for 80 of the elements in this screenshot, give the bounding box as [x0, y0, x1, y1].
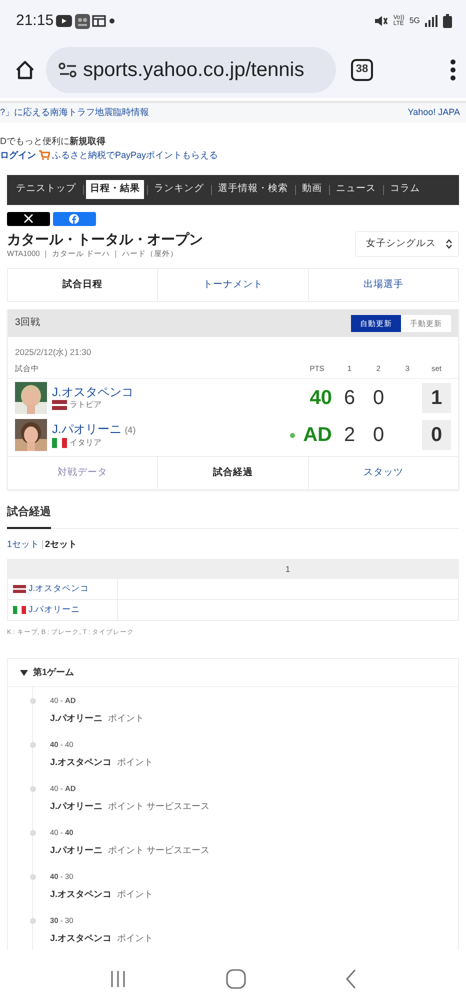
point-detail: ポイント — [117, 933, 154, 943]
menu-icon[interactable] — [450, 59, 456, 81]
mute-icon — [374, 15, 388, 27]
x-share-button[interactable] — [7, 212, 50, 226]
nav-tab[interactable]: ニュース — [332, 180, 380, 199]
nav-tab[interactable]: テニストップ — [12, 180, 80, 199]
country-label: イタリア — [70, 436, 102, 448]
tab-count[interactable]: 38 — [351, 59, 373, 81]
match-tab[interactable]: 試合経過 — [157, 457, 308, 490]
recent-apps-icon[interactable] — [109, 970, 128, 988]
url-text: sports.yahoo.co.jp/tennis — [83, 58, 304, 83]
facebook-share-button[interactable] — [52, 212, 96, 226]
login-link[interactable]: ログイン — [0, 148, 36, 162]
app-icon — [74, 14, 90, 28]
striped-flag-icon — [52, 400, 67, 410]
sort-icon — [446, 239, 452, 250]
point-player: J.オスタペンコ — [50, 757, 112, 767]
point-player: J.パオリーニ — [50, 845, 103, 855]
point-detail: ポイント — [108, 713, 144, 723]
country-label: ラトビア — [70, 398, 102, 410]
back-icon[interactable] — [344, 969, 357, 989]
home-nav-icon[interactable] — [226, 969, 246, 989]
tricolor-flag-icon — [13, 606, 26, 614]
game-score: 6 — [342, 386, 356, 410]
login-notice: Dでもっと便利に新規取得 — [0, 134, 106, 148]
set-score: 1 — [422, 382, 451, 412]
point-detail: ポイント サービスエース — [108, 845, 210, 855]
player-link[interactable]: J.パオリーニ — [52, 422, 122, 436]
brand-link[interactable]: Yahoo! JAPA — [408, 106, 460, 120]
point-player: J.オスタペンコ — [50, 889, 112, 899]
cart-icon — [38, 150, 50, 160]
nav-tab[interactable]: 動画 — [298, 180, 326, 199]
points-score: 40 — [308, 386, 333, 410]
battery-icon — [443, 14, 452, 28]
player-link[interactable]: J.パオリーニ — [28, 603, 80, 616]
point-player: J.パオリーニ — [50, 713, 103, 723]
category-select[interactable]: 女子シングルス — [355, 231, 459, 258]
address-bar[interactable]: sports.yahoo.co.jp/tennis — [46, 47, 336, 93]
nav-tab[interactable]: ランキング — [150, 180, 208, 199]
settings-icon[interactable] — [58, 62, 78, 78]
point-detail: ポイント — [117, 889, 154, 899]
tournament-title: カタール・トータル・オープン — [7, 230, 203, 248]
set-score: 0 — [422, 420, 451, 450]
match-tab[interactable]: スタッツ — [308, 457, 458, 490]
facebook-logo-icon — [69, 214, 79, 224]
dot-icon — [108, 18, 115, 24]
set-tab[interactable]: 2セット — [45, 538, 78, 552]
tricolor-flag-icon — [52, 438, 67, 448]
alert-link[interactable]: ?」に応える南海トラフ地震臨時情報 — [0, 106, 150, 120]
point-detail: ポイント サービスエース — [108, 801, 210, 811]
seed-label: (4) — [124, 424, 136, 434]
status-time: 21:15 — [16, 10, 54, 31]
window-icon — [92, 15, 106, 27]
striped-flag-icon — [13, 584, 26, 593]
game-score: 0 — [372, 386, 386, 410]
game-score: 2 — [342, 423, 356, 448]
set-tab[interactable]: 1セット — [7, 538, 40, 552]
video-icon — [56, 15, 72, 27]
x-logo-icon — [24, 214, 33, 223]
round-label: 3回戦 — [15, 316, 40, 330]
point-detail: ポイント — [117, 757, 154, 767]
section-title: 試合経過 — [7, 504, 51, 529]
game-header[interactable]: 第1ゲーム — [8, 659, 458, 687]
nav-tab[interactable]: 日程・結果 — [86, 180, 144, 199]
nav-tab[interactable]: 選手情報・検索 — [214, 180, 292, 199]
match-date: 2025/2/12(水) 21:30 — [14, 346, 92, 359]
player-link[interactable]: J.オスタペンコ — [52, 384, 134, 398]
nav-tab[interactable]: コラム — [386, 180, 424, 199]
point-player: J.オスタペンコ — [50, 933, 112, 943]
player-link[interactable]: J.オスタペンコ — [28, 582, 90, 595]
points-score: AD — [302, 423, 333, 448]
game-score: 0 — [372, 423, 386, 448]
network-label: 5G — [409, 15, 420, 27]
point-player: J.パオリーニ — [50, 801, 103, 811]
home-icon[interactable] — [14, 59, 36, 81]
column-header: 1 — [118, 560, 458, 579]
signal-icon — [425, 15, 438, 27]
caret-icon — [20, 670, 28, 676]
match-tab[interactable]: 対戦データ — [8, 457, 158, 490]
promo-link[interactable]: ふるさと納税でPayPayポイントもらえる — [52, 148, 218, 162]
